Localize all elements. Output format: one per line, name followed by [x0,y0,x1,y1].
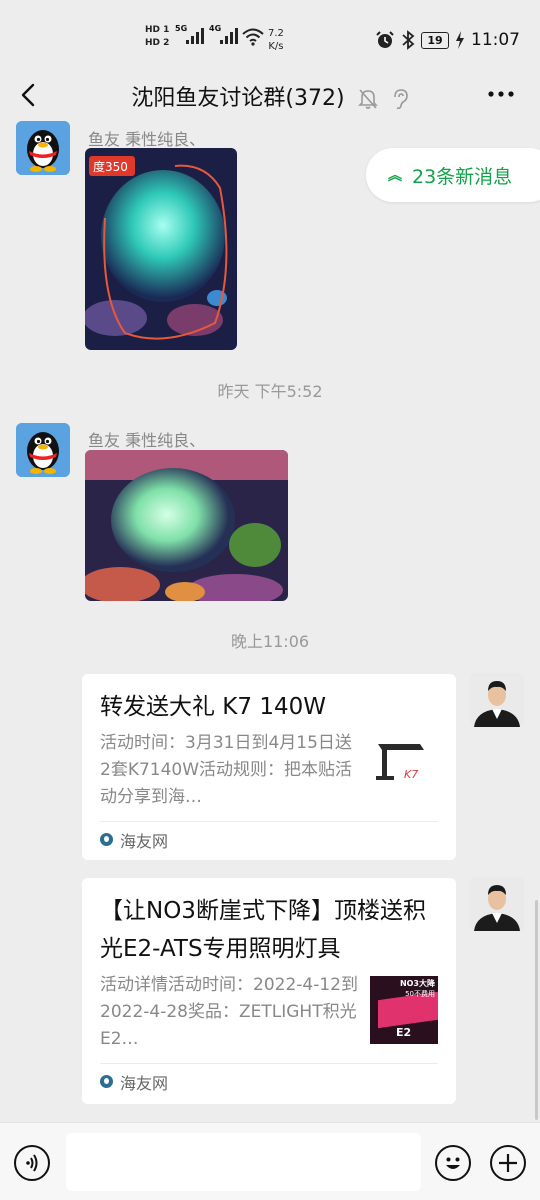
network-type-1: 5G [175,24,188,33]
scrollbar[interactable] [535,900,538,1120]
voice-button[interactable] [14,1145,50,1181]
card-source: 海友网 [100,821,438,857]
status-bar: HD 1 HD 2 5G 4G 7.2 K/s 19 11:07 [0,0,540,70]
alarm-icon [376,31,394,48]
new-messages-label: 23条新消息 [412,165,513,188]
more-icon[interactable] [486,82,516,106]
thumb-text-2: 50不费用 [405,990,435,998]
person-photo [470,673,524,727]
emoji-button[interactable] [435,1145,471,1181]
thumb-text-3: E2 [396,1026,412,1039]
image-message[interactable] [85,450,288,601]
sender-name: 鱼友 秉性纯良、 [88,130,206,149]
time-divider: 晚上11:06 [230,632,310,651]
signal-icon-1: 5G [175,24,204,44]
input-bar [0,1122,540,1200]
chat-header: 沈阳鱼友讨论群(372) [0,70,540,120]
chat-title-wrap[interactable]: 沈阳鱼友讨论群(372) [0,80,540,112]
image-message[interactable]: 度350 [85,148,237,350]
message-input[interactable] [66,1133,421,1191]
card-thumbnail: NO3大降 50不费用 E2 [370,976,438,1044]
network-type-2: 4G [209,24,222,33]
card-description: 活动详情活动时间：2022-4-12到2022-4-28奖品：ZETLIGHT积… [100,975,358,1049]
voice-icon [26,1154,38,1172]
mute-bell-icon [357,89,378,109]
hd-indicator: HD 1 HD 2 [145,24,171,50]
image-tag: 度350 [93,160,128,174]
person-photo [470,877,524,931]
signal-icon-2: 4G [209,24,238,44]
clock: 11:07 [471,30,520,50]
double-chevron-up-icon: ︽ [388,168,402,184]
avatar[interactable] [470,673,524,727]
card-description: 活动时间：3月31日到4月15日送2套K7140W活动规则：把本贴活动分享到海… [100,733,353,807]
plus-button[interactable] [490,1145,526,1181]
source-logo-icon [100,1075,113,1088]
coral-photo [85,148,237,350]
time-divider: 昨天 下午5:52 [217,382,323,401]
coral-photo [85,450,288,601]
avatar[interactable] [470,877,524,931]
avatar[interactable] [16,121,70,175]
card-source-label: 海友网 [120,831,169,851]
svg-text:K7: K7 [404,768,418,781]
card-title: 转发送大礼 K7 140W [100,694,326,720]
sender-name: 鱼友 秉性纯良、 [88,431,206,450]
speed-value: 7.2 [268,28,284,39]
thumb-text-1: NO3大降 [399,979,435,988]
chat-title: 沈阳鱼友讨论群(372) [131,86,345,111]
status-right: 19 11:07 [375,30,520,50]
penguin-icon [16,423,70,477]
plus-icon [499,1154,517,1172]
card-title: 【让NO3断崖式下降】顶楼送积光E2-ATS专用照明灯具 [100,898,426,962]
card-source-label: 海友网 [120,1073,169,1093]
link-card[interactable]: 转发送大礼 K7 140W 活动时间：3月31日到4月15日送2套K7140W活… [82,674,456,860]
wifi-icon [242,28,264,46]
speed-unit: K/s [268,41,284,52]
card-source: 海友网 [100,1063,438,1099]
penguin-icon [16,121,70,175]
charging-icon [456,31,464,49]
battery-level: 19 [427,33,443,47]
battery-icon: 19 [421,31,449,49]
card-thumbnail: K7 [370,730,438,798]
avatar[interactable] [16,423,70,477]
ear-icon [393,89,408,110]
hd1-label: HD 1 [145,25,170,35]
bluetooth-icon [402,30,415,50]
link-card[interactable]: 【让NO3断崖式下降】顶楼送积光E2-ATS专用照明灯具 活动详情活动时间：20… [82,878,456,1104]
hd2-label: HD 2 [145,38,170,48]
source-logo-icon [100,833,113,846]
new-messages-pill[interactable]: ︽ 23条新消息 [366,148,540,202]
emoji-icon [446,1157,460,1169]
network-speed: 7.2 K/s [268,27,284,53]
